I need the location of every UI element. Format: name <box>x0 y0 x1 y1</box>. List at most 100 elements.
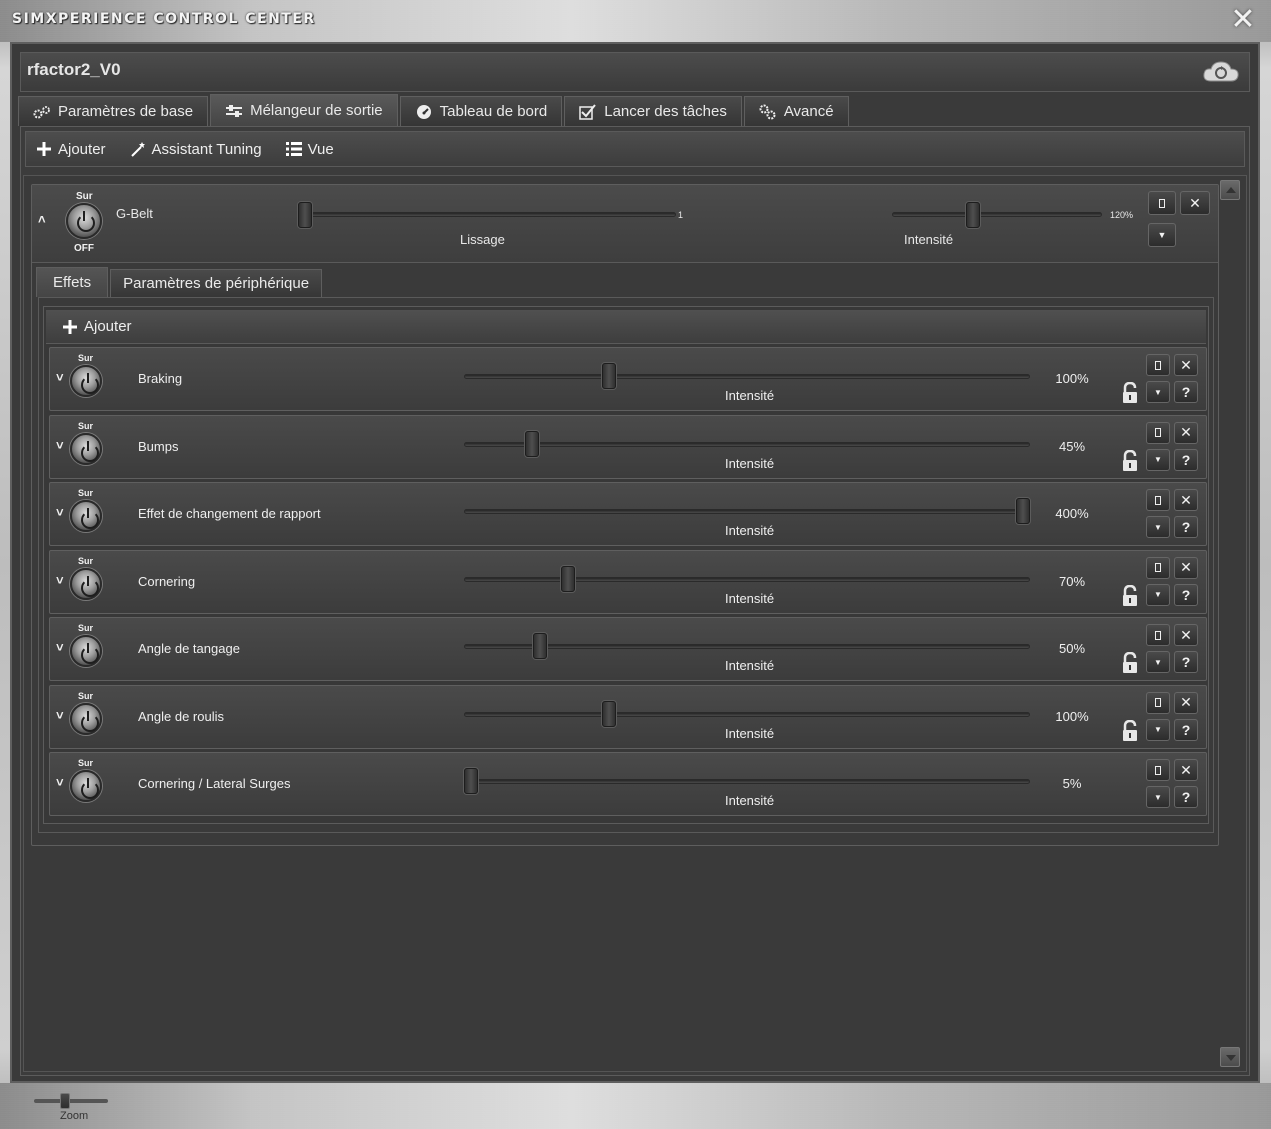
effect-copy-button[interactable] <box>1146 354 1170 376</box>
scroll-down-button[interactable] <box>1220 1047 1240 1067</box>
copy-icon <box>1159 198 1165 208</box>
effect-remove-button[interactable]: ✕ <box>1174 691 1198 714</box>
effect-remove-button[interactable]: ✕ <box>1174 354 1198 376</box>
cloud-sync-icon[interactable] <box>1201 59 1241 85</box>
unlock-icon[interactable] <box>1120 584 1140 607</box>
effect-menu-button[interactable]: ▼ <box>1146 516 1170 538</box>
effect-menu-button[interactable]: ▼ <box>1146 381 1170 403</box>
device-list-scroll-area[interactable]: ˄ Sur OFF G-Belt 1 Lissage 120% Intensit… <box>23 175 1247 1072</box>
effect-intensity-slider-thumb[interactable] <box>602 700 616 727</box>
tab-tableau-de-bord[interactable]: Tableau de bord <box>399 96 563 126</box>
chevron-down-icon[interactable]: ˅ <box>56 573 64 588</box>
effect-help-button[interactable]: ? <box>1174 516 1198 538</box>
chevron-down-icon[interactable]: ˅ <box>56 370 64 385</box>
chevron-down-icon[interactable]: ˅ <box>56 438 64 453</box>
chevron-down-icon[interactable]: ˅ <box>56 640 64 655</box>
effect-copy-button[interactable] <box>1146 421 1170 444</box>
zoom-slider-thumb[interactable] <box>60 1093 70 1109</box>
effect-intensity-slider-thumb[interactable] <box>1016 498 1030 524</box>
zoom-slider-track[interactable] <box>34 1099 108 1103</box>
effect-power-knob[interactable] <box>70 635 102 667</box>
device-intensity-slider-thumb[interactable] <box>966 202 981 228</box>
zoom-slider[interactable] <box>34 1091 108 1111</box>
device-copy-button[interactable] <box>1148 191 1176 215</box>
effect-intensity-slider-track[interactable] <box>464 509 1030 514</box>
effect-power-knob[interactable] <box>70 500 102 532</box>
chevron-down-icon[interactable]: ˅ <box>56 708 64 723</box>
effect-intensity-label: Intensité <box>725 523 775 538</box>
effect-menu-button[interactable]: ▼ <box>1146 448 1170 471</box>
device-name: G-Belt <box>116 206 153 221</box>
effect-intensity-label: Intensité <box>725 793 775 808</box>
effect-intensity-slider-thumb[interactable] <box>533 633 547 659</box>
effect-remove-button[interactable]: ✕ <box>1174 759 1198 781</box>
effect-help-button[interactable]: ? <box>1174 583 1198 606</box>
effect-help-button[interactable]: ? <box>1174 718 1198 741</box>
scroll-up-button[interactable] <box>1220 180 1240 200</box>
smoothing-slider-thumb[interactable] <box>298 202 312 228</box>
add-effect-button[interactable]: Ajouter <box>62 318 132 335</box>
chevron-down-icon[interactable]: ˅ <box>56 775 64 790</box>
effect-remove-button[interactable]: ✕ <box>1174 489 1198 511</box>
tab-label: Mélangeur de sortie <box>250 102 383 119</box>
device-intensity-slider-track[interactable] <box>892 212 1102 217</box>
tab-lancer-des-taches[interactable]: Lancer des tâches <box>564 96 742 126</box>
unlock-icon[interactable] <box>1120 719 1140 742</box>
close-window-button[interactable]: ✕ <box>1229 5 1257 35</box>
tab-melangeur-de-sortie[interactable]: Mélangeur de sortie <box>210 94 398 126</box>
device-menu-button[interactable]: ▼ <box>1148 223 1176 247</box>
main-window: rfactor2_V0 Paramètres de base Mélangeur… <box>10 42 1260 1083</box>
effect-help-button[interactable]: ? <box>1174 651 1198 673</box>
effect-intensity-slider-thumb[interactable] <box>560 565 575 592</box>
effect-copy-button[interactable] <box>1146 624 1170 646</box>
effect-help-button[interactable]: ? <box>1174 381 1198 403</box>
effect-intensity-slider-thumb[interactable] <box>464 768 478 794</box>
effect-intensity-slider-track[interactable] <box>464 576 1030 582</box>
tab-avance[interactable]: Avancé <box>743 96 849 126</box>
effect-power-knob[interactable] <box>70 770 102 802</box>
effect-help-button[interactable]: ? <box>1174 448 1198 471</box>
effect-intensity-slider-thumb[interactable] <box>524 430 539 457</box>
view-button[interactable]: Vue <box>285 141 334 158</box>
unlock-icon[interactable] <box>1120 449 1140 472</box>
device-power-knob[interactable] <box>66 203 102 239</box>
effect-power-knob[interactable] <box>70 702 102 735</box>
tuning-assistant-button[interactable]: Assistant Tuning <box>130 141 262 158</box>
effect-on-label: Sur <box>78 690 94 701</box>
add-device-button[interactable]: Ajouter <box>36 141 106 158</box>
effect-row-0: ˅ Sur Braking Intensité 100% ✕ ▼ ? <box>49 347 1207 411</box>
tab-effets[interactable]: Effets <box>36 267 109 297</box>
smoothing-slider-track[interactable] <box>298 212 676 217</box>
effect-remove-button[interactable]: ✕ <box>1174 624 1198 646</box>
effect-intensity-slider-track[interactable] <box>464 644 1030 649</box>
device-remove-button[interactable]: ✕ <box>1180 191 1210 215</box>
effect-on-label: Sur <box>78 420 94 431</box>
effect-intensity-slider-track[interactable] <box>464 711 1030 717</box>
effect-menu-button[interactable]: ▼ <box>1146 786 1170 808</box>
tab-parametres-de-base[interactable]: Paramètres de base <box>18 96 209 126</box>
effect-copy-button[interactable] <box>1146 691 1170 714</box>
chevron-down-icon[interactable]: ˅ <box>56 505 64 520</box>
effect-copy-button[interactable] <box>1146 556 1170 579</box>
effect-copy-button[interactable] <box>1146 759 1170 781</box>
effect-menu-button[interactable]: ▼ <box>1146 583 1170 606</box>
effect-intensity-slider-thumb[interactable] <box>602 363 616 389</box>
effect-help-button[interactable]: ? <box>1174 786 1198 808</box>
effect-power-knob[interactable] <box>70 432 102 465</box>
effect-remove-button[interactable]: ✕ <box>1174 421 1198 444</box>
effect-remove-button[interactable]: ✕ <box>1174 556 1198 579</box>
effect-power-knob[interactable] <box>70 365 102 397</box>
effect-name: Effet de changement de rapport <box>138 506 321 521</box>
effect-intensity-slider-track[interactable] <box>464 441 1030 447</box>
effect-intensity-slider-track[interactable] <box>464 779 1030 784</box>
effect-power-knob[interactable] <box>70 567 102 600</box>
chevron-up-icon[interactable]: ˄ <box>38 212 46 227</box>
effect-menu-button[interactable]: ▼ <box>1146 651 1170 673</box>
device-off-label: OFF <box>74 243 94 254</box>
effect-intensity-slider-track[interactable] <box>464 374 1030 379</box>
unlock-icon[interactable] <box>1120 652 1140 674</box>
effect-menu-button[interactable]: ▼ <box>1146 718 1170 741</box>
tab-parametres-de-peripherique[interactable]: Paramètres de périphérique <box>110 269 323 297</box>
effect-copy-button[interactable] <box>1146 489 1170 511</box>
unlock-icon[interactable] <box>1120 382 1140 404</box>
